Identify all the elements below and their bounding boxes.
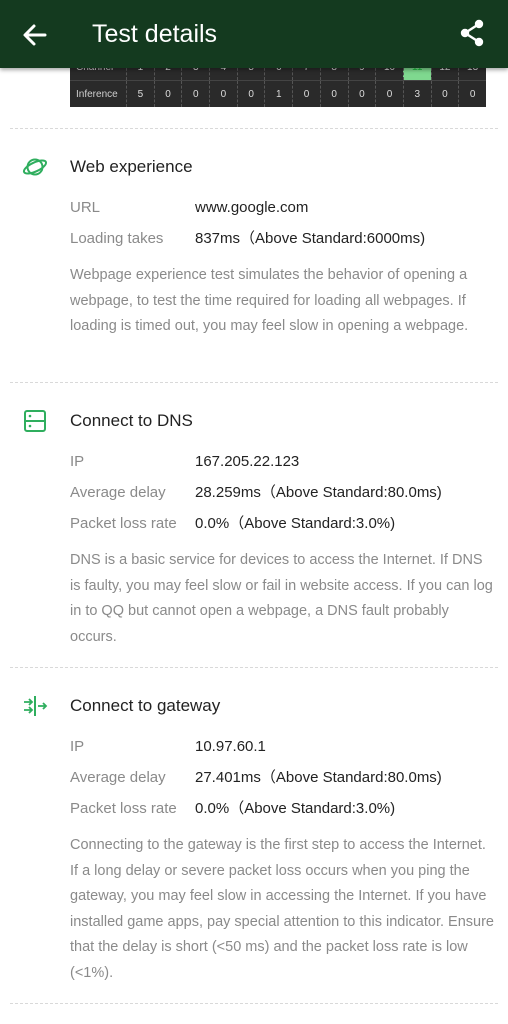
url-value: www.google.com — [195, 199, 309, 216]
gateway-delay-label: Average delay — [70, 769, 166, 786]
chart-cell: 0 — [458, 81, 486, 107]
server-icon — [22, 408, 48, 434]
chart-cell: 0 — [430, 81, 459, 107]
loading-value: 837ms（Above Standard:6000ms) — [195, 230, 426, 247]
gateway-delay-value: 27.401ms（Above Standard:80.0ms) — [195, 769, 442, 786]
chart-cell: 1 — [264, 81, 292, 107]
chart-cell: 0 — [319, 81, 348, 107]
dns-ip-row: IP 167.205.22.123 — [70, 451, 490, 473]
gateway-loss-row: Packet loss rate 0.0%（Above Standard:3.0… — [70, 798, 490, 820]
section-divider — [10, 382, 498, 383]
gateway-description: Connecting to the gateway is the first s… — [70, 837, 494, 981]
planet-icon — [22, 154, 48, 180]
chart-row-label-inference: Inference — [76, 88, 118, 100]
dns-loss-value: 0.0%（Above Standard:3.0%) — [195, 515, 396, 532]
section-divider — [10, 1003, 498, 1004]
share-icon[interactable] — [455, 16, 489, 50]
chart-cell: 0 — [292, 81, 320, 107]
section-title-dns: Connect to DNS — [70, 411, 193, 430]
chart-cell: 0 — [236, 81, 265, 107]
gateway-delay-row: Average delay 27.401ms（Above Standard:80… — [70, 767, 490, 789]
dns-ip-label: IP — [70, 453, 85, 470]
dns-ip-value: 167.205.22.123 — [195, 453, 300, 470]
section-title-web: Web experience — [70, 157, 193, 176]
dns-delay-row: Average delay 28.259ms（Above Standard:80… — [70, 482, 490, 504]
gateway-loss-value: 0.0%（Above Standard:3.0%) — [195, 800, 396, 817]
gateway-arrows-icon — [22, 693, 48, 719]
dns-delay-value: 28.259ms（Above Standard:80.0ms) — [195, 484, 442, 501]
web-description: Webpage experience test simulates the be… — [70, 267, 469, 334]
chart-cell: 0 — [209, 81, 237, 107]
dns-loss-label: Packet loss rate — [70, 515, 177, 532]
dns-delay-label: Average delay — [70, 484, 166, 501]
url-row: URL www.google.com — [70, 197, 490, 219]
chart-row-inference: Inference 5 0 0 0 0 1 0 0 0 0 3 0 0 — [70, 81, 486, 107]
section-divider — [10, 128, 498, 129]
gateway-ip-row: IP 10.97.60.1 — [70, 736, 490, 758]
url-label: URL — [70, 199, 101, 216]
chart-cell: 3 — [402, 81, 431, 107]
dns-loss-row: Packet loss rate 0.0%（Above Standard:3.0… — [70, 513, 490, 535]
dns-description: DNS is a basic service for devices to ac… — [70, 552, 493, 645]
loading-row: Loading takes 837ms（Above Standard:6000m… — [70, 228, 490, 250]
chart-cell: 5 — [126, 81, 154, 107]
loading-label: Loading takes — [70, 230, 164, 247]
section-divider — [10, 667, 498, 668]
chart-cell: 0 — [153, 81, 182, 107]
gateway-ip-label: IP — [70, 738, 85, 755]
gateway-loss-label: Packet loss rate — [70, 800, 177, 817]
gateway-ip-value: 10.97.60.1 — [195, 738, 266, 755]
arrow-left-icon[interactable] — [18, 18, 52, 52]
chart-cell: 0 — [375, 81, 403, 107]
app-bar: Test details — [0, 0, 508, 68]
chart-cell: 0 — [181, 81, 209, 107]
section-title-gateway: Connect to gateway — [70, 696, 221, 715]
page-title: Test details — [92, 20, 218, 48]
chart-cell: 0 — [347, 81, 376, 107]
